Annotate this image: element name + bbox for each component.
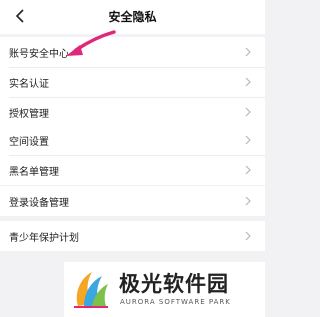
row-blacklist-management[interactable]: 黑名单管理 bbox=[0, 155, 265, 185]
page: 安全隐私 账号安全中心 实名认证 授权管理 空间设置 黑名单管理 登录设备管理 bbox=[0, 0, 265, 317]
settings-group-youth: 青少年保护计划 bbox=[0, 221, 265, 251]
aurora-logo-icon bbox=[74, 272, 108, 308]
row-real-name-auth[interactable]: 实名认证 bbox=[0, 67, 265, 97]
chevron-right-icon bbox=[245, 135, 251, 145]
chevron-right-icon bbox=[245, 47, 251, 57]
chevron-right-icon bbox=[245, 196, 251, 206]
row-space-settings[interactable]: 空间设置 bbox=[0, 125, 265, 155]
nav-bar: 安全隐私 bbox=[0, 0, 265, 34]
chevron-right-icon bbox=[245, 107, 251, 117]
watermark-name-en: AURORA SOFTWARE PARK bbox=[120, 298, 231, 306]
settings-group-devices: 登录设备管理 bbox=[0, 186, 265, 216]
row-account-security-center[interactable]: 账号安全中心 bbox=[0, 37, 265, 67]
row-label: 授权管理 bbox=[9, 108, 49, 120]
watermark: 极光软件园 AURORA SOFTWARE PARK bbox=[64, 262, 265, 317]
chevron-right-icon bbox=[245, 231, 251, 241]
row-authorization-management[interactable]: 授权管理 bbox=[0, 97, 265, 127]
row-login-device-management[interactable]: 登录设备管理 bbox=[0, 186, 265, 216]
page-title: 安全隐私 bbox=[108, 10, 157, 24]
settings-group-privacy: 空间设置 黑名单管理 bbox=[0, 125, 265, 185]
annotation-arrow-icon bbox=[66, 30, 116, 56]
row-label: 实名认证 bbox=[9, 78, 49, 90]
row-youth-protection-plan[interactable]: 青少年保护计划 bbox=[0, 221, 265, 251]
row-label: 空间设置 bbox=[9, 136, 49, 148]
row-label: 黑名单管理 bbox=[9, 166, 59, 178]
settings-group-account: 账号安全中心 实名认证 授权管理 bbox=[0, 37, 265, 127]
chevron-right-icon bbox=[245, 77, 251, 87]
row-label: 登录设备管理 bbox=[9, 197, 69, 209]
chevron-right-icon bbox=[245, 165, 251, 175]
row-label: 青少年保护计划 bbox=[9, 232, 79, 244]
watermark-name-cn: 极光软件园 bbox=[119, 272, 229, 296]
